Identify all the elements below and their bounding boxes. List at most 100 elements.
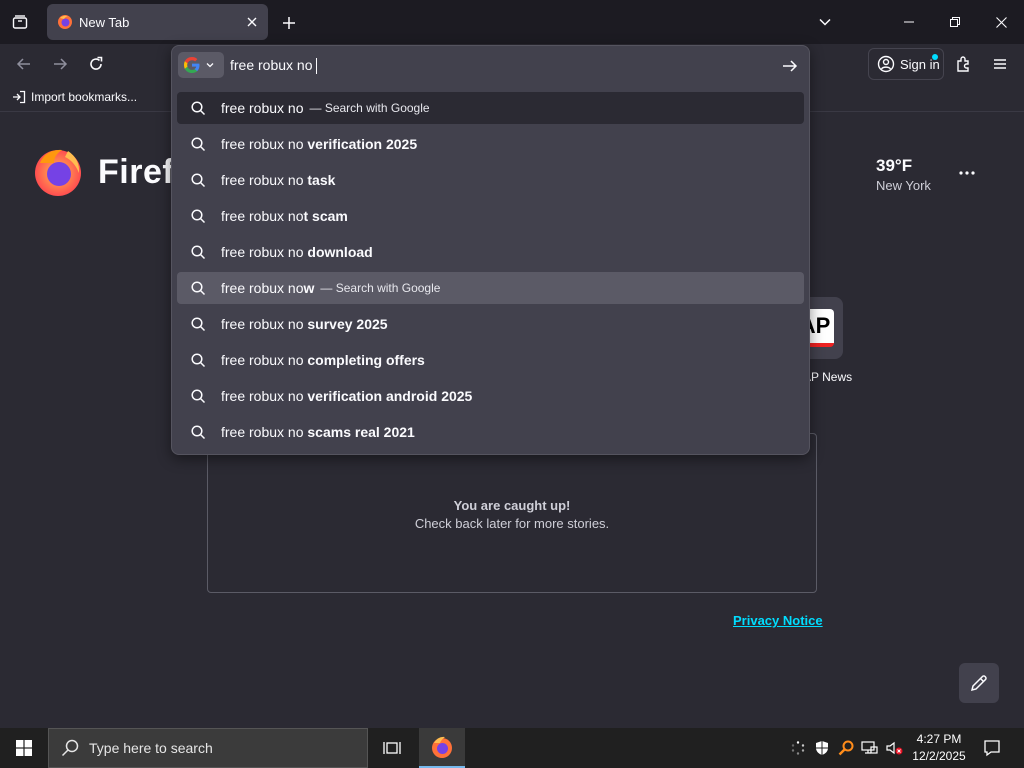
back-icon xyxy=(16,58,30,70)
task-view-button[interactable] xyxy=(372,728,412,768)
suggestion-completion: completing offers xyxy=(307,352,425,368)
search-icon xyxy=(190,280,206,296)
import-bookmarks-label: Import bookmarks... xyxy=(31,90,138,104)
customize-button[interactable] xyxy=(959,663,999,703)
start-button[interactable] xyxy=(0,728,48,768)
list-all-tabs-button[interactable] xyxy=(812,10,838,34)
taskbar-clock[interactable]: 4:27 PM 12/2/2025 xyxy=(906,731,972,765)
suggestion-item[interactable]: free robux no t scam xyxy=(177,200,804,232)
suggestion-action: — Search with Google xyxy=(320,281,441,295)
forward-button[interactable] xyxy=(46,50,74,78)
weather-temperature: 39°F xyxy=(876,156,913,175)
address-input[interactable]: free robux no xyxy=(230,57,750,75)
suggestion-completion: t scam xyxy=(303,208,348,224)
minimize-icon xyxy=(904,21,914,23)
suggestion-typed: free robux no xyxy=(221,388,308,404)
search-icon xyxy=(190,100,206,116)
arrow-right-icon xyxy=(783,60,798,72)
go-button[interactable] xyxy=(778,54,802,78)
app-menu-button[interactable] xyxy=(986,50,1014,78)
volume-muted-icon[interactable] xyxy=(882,728,906,768)
suggestion-completion: survey 2025 xyxy=(307,316,388,332)
close-icon xyxy=(247,17,257,27)
reload-button[interactable] xyxy=(82,50,110,78)
system-tray xyxy=(786,728,906,768)
suggestion-item[interactable]: free robux no task xyxy=(177,164,804,196)
suggestion-action: — Search with Google xyxy=(309,101,430,115)
extensions-button[interactable] xyxy=(950,50,978,78)
suggestion-completion: task xyxy=(307,172,336,188)
pencil-icon xyxy=(970,675,987,692)
suggestion-item[interactable]: free robux no download xyxy=(177,236,804,268)
search-engine-button[interactable] xyxy=(178,52,224,78)
firefox-icon xyxy=(432,736,452,758)
privacy-notice-link[interactable]: Privacy Notice xyxy=(733,613,823,628)
new-tab-button[interactable] xyxy=(276,10,302,36)
suggestion-completion: scams real 2021 xyxy=(307,424,415,440)
suggestion-completion: verification 2025 xyxy=(307,136,418,152)
tab-strip: New Tab xyxy=(0,0,1024,44)
extensions-icon xyxy=(957,56,969,72)
minimize-button[interactable] xyxy=(886,0,932,44)
restore-button[interactable] xyxy=(932,0,978,44)
notification-center-button[interactable] xyxy=(976,728,1008,768)
clock-date: 12/2/2025 xyxy=(912,749,966,763)
stories-section: You are caught up! Check back later for … xyxy=(207,433,817,593)
suggestion-item[interactable]: free robux no completing offers xyxy=(177,344,804,376)
import-bookmarks-button[interactable]: Import bookmarks... xyxy=(12,90,137,104)
suggestion-item[interactable]: free robux no — Search with Google xyxy=(177,92,804,124)
suggestion-typed: free robux no xyxy=(221,244,308,260)
tab-list-icon xyxy=(12,15,28,29)
close-window-button[interactable] xyxy=(978,0,1024,44)
restore-icon xyxy=(950,17,960,27)
shield-icon[interactable] xyxy=(810,728,834,768)
search-icon xyxy=(190,316,206,332)
google-icon xyxy=(184,57,200,73)
search-tool-icon[interactable] xyxy=(834,728,858,768)
suggestion-typed: free robux no xyxy=(221,100,304,116)
search-icon xyxy=(190,208,206,224)
suggestion-item[interactable]: free robux no verification 2025 xyxy=(177,128,804,160)
suggestion-typed: free robux no xyxy=(221,172,308,188)
chevron-down-icon xyxy=(819,18,831,26)
sign-in-button[interactable]: Sign in xyxy=(868,48,944,80)
search-icon xyxy=(190,388,206,404)
more-icon xyxy=(959,171,975,175)
back-button[interactable] xyxy=(10,50,38,78)
search-icon xyxy=(190,172,206,188)
address-input-value: free robux no xyxy=(230,57,313,73)
plus-icon xyxy=(283,17,295,29)
taskbar: Type here to search 4:27 PM 12/2/2025 xyxy=(0,728,1024,768)
tab-list-button[interactable] xyxy=(8,10,32,34)
network-icon[interactable] xyxy=(858,728,882,768)
tab-title: New Tab xyxy=(79,14,130,30)
search-icon xyxy=(190,352,206,368)
loading-icon[interactable] xyxy=(786,728,810,768)
firefox-icon xyxy=(58,15,72,29)
suggestion-item[interactable]: free robux no survey 2025 xyxy=(177,308,804,340)
suggestion-completion: w xyxy=(303,280,315,296)
close-icon xyxy=(995,16,1007,28)
address-bar: free robux no xyxy=(172,46,809,86)
suggestion-item[interactable]: free robux no verification android 2025 xyxy=(177,380,804,412)
taskbar-search-box[interactable]: Type here to search xyxy=(48,728,368,768)
tab-close-button[interactable] xyxy=(240,10,264,34)
text-caret xyxy=(315,58,317,75)
search-icon xyxy=(190,424,206,440)
tab-new-tab[interactable]: New Tab xyxy=(47,4,268,40)
weather-widget[interactable]: 39°F New York xyxy=(876,156,931,193)
windows-icon xyxy=(16,740,32,756)
suggestion-item[interactable]: free robux no w — Search with Google xyxy=(177,272,804,304)
clock-time: 4:27 PM xyxy=(916,732,962,746)
suggestion-typed: free robux no xyxy=(221,136,308,152)
taskbar-firefox-app[interactable] xyxy=(419,728,465,768)
suggestion-typed: free robux no xyxy=(221,316,308,332)
suggestion-typed: free robux no xyxy=(221,424,308,440)
weather-city: New York xyxy=(876,178,931,193)
window-controls xyxy=(886,0,1024,44)
shortcut-label: AP News xyxy=(803,370,853,384)
address-bar-panel: free robux no free robux no — Search with… xyxy=(171,45,810,455)
suggestion-item[interactable]: free robux no scams real 2021 xyxy=(177,416,804,448)
suggestion-typed: free robux no xyxy=(221,280,304,296)
weather-menu-button[interactable] xyxy=(955,163,979,183)
